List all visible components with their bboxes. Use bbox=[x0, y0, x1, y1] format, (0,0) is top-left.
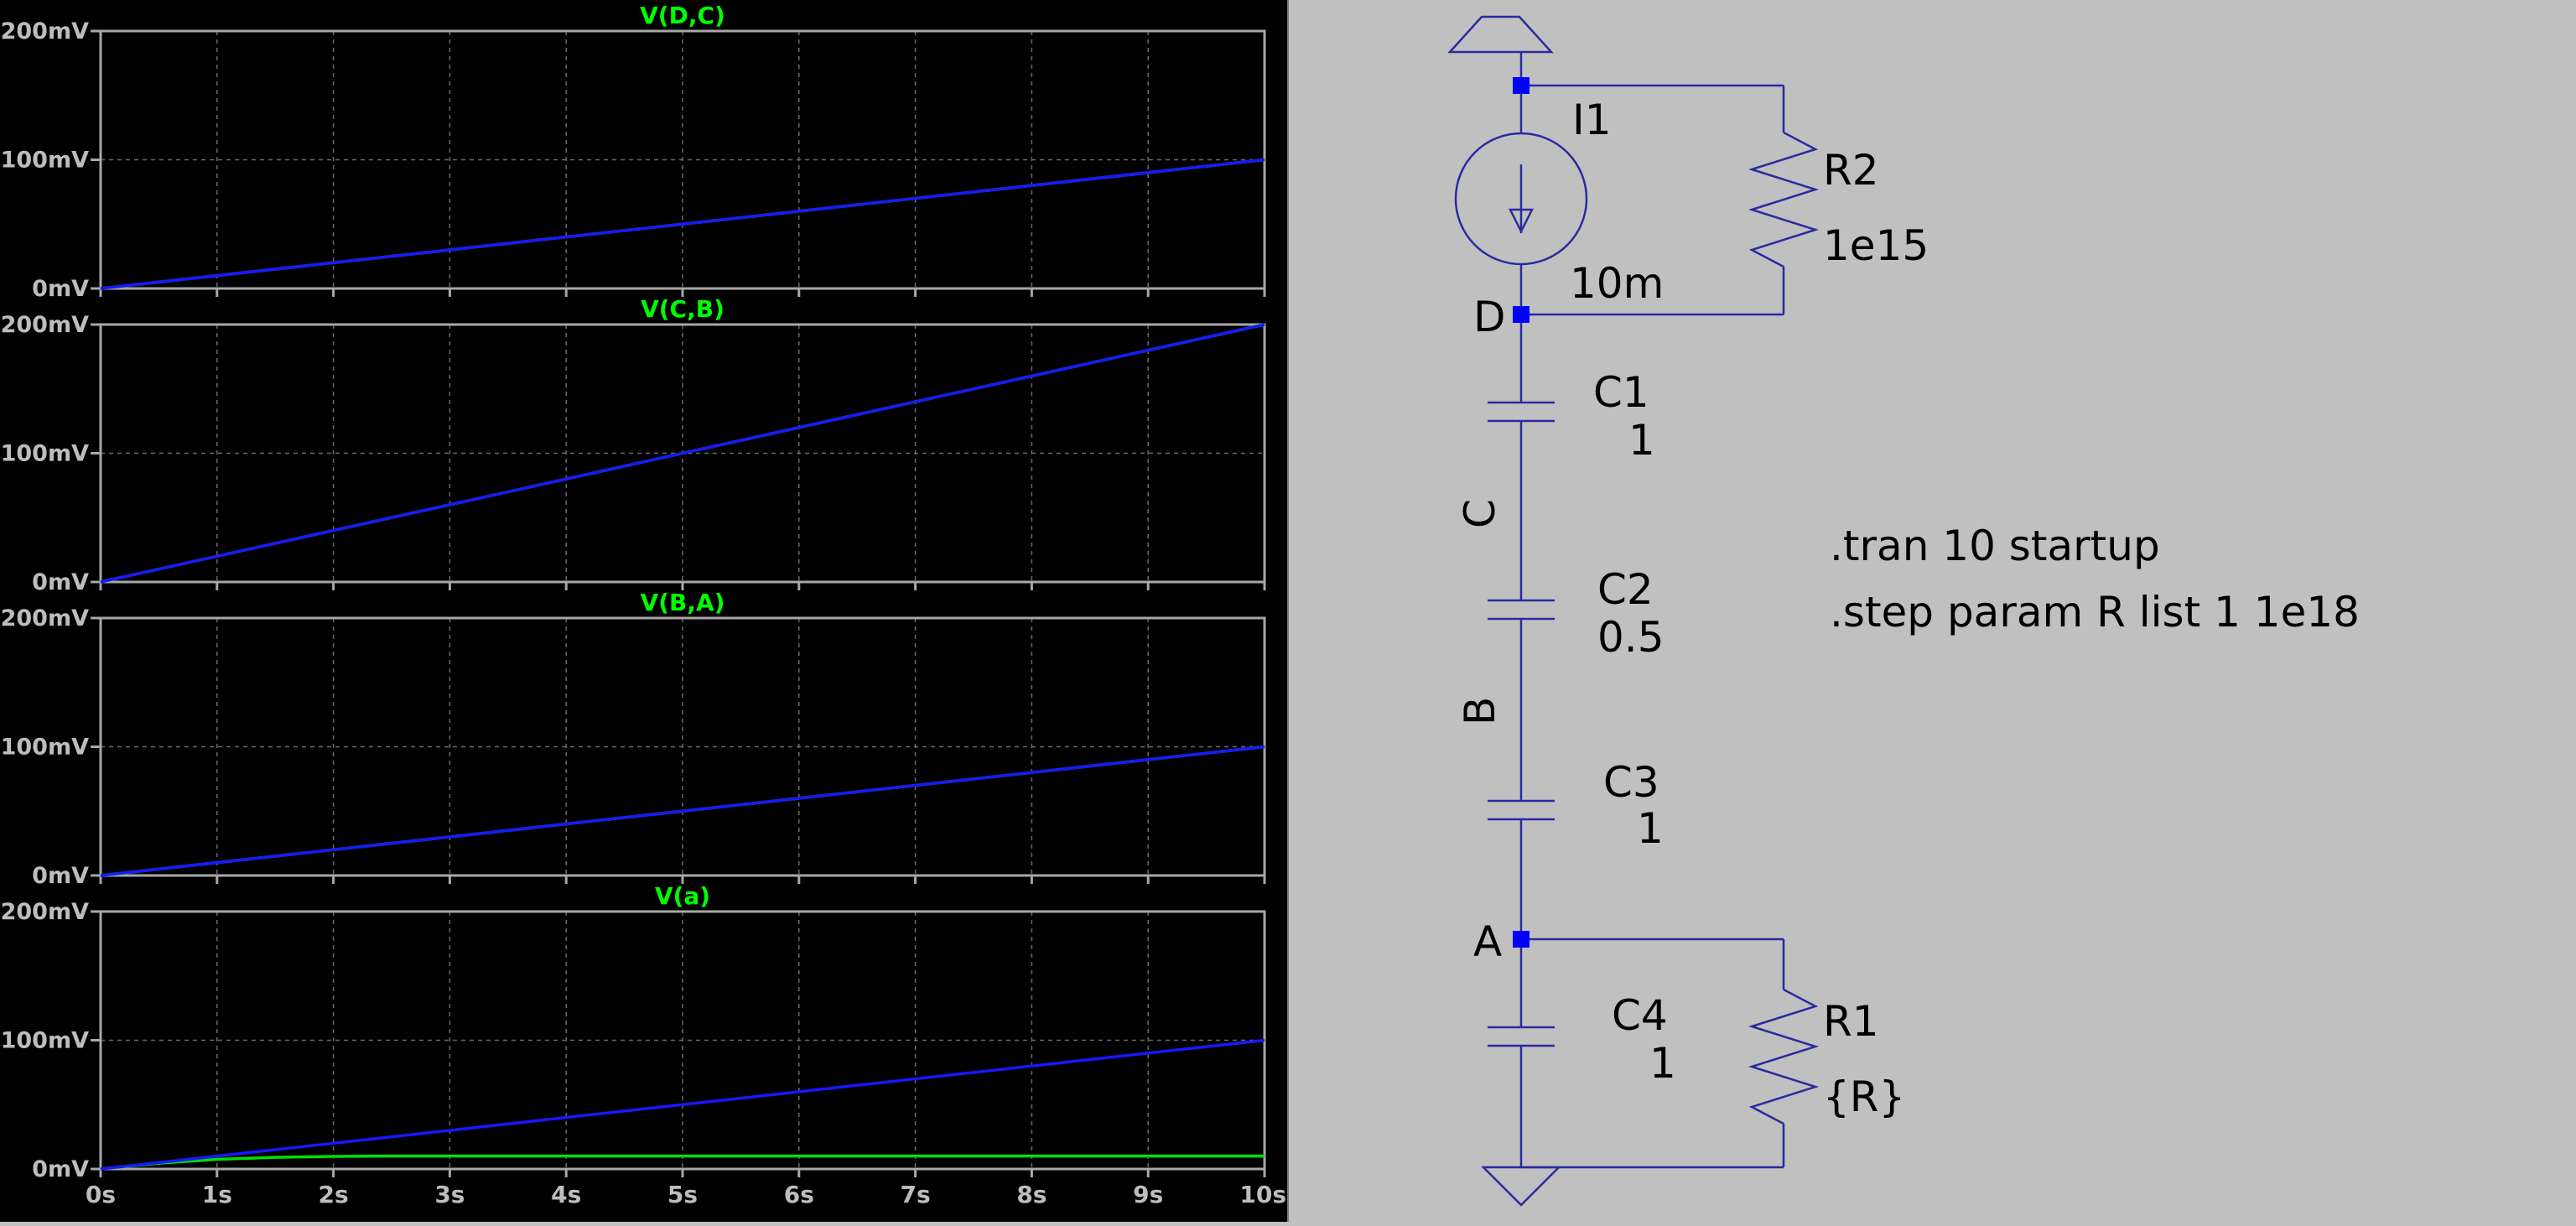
label-r2-name: R2 bbox=[1823, 146, 1879, 195]
label-c2-name: C2 bbox=[1597, 565, 1654, 614]
current-source-i1[interactable] bbox=[1454, 132, 1588, 266]
x-tick-label: 4s bbox=[551, 1181, 581, 1208]
label-node-d: D bbox=[1473, 293, 1506, 341]
x-tick-label: 8s bbox=[1016, 1181, 1046, 1208]
label-node-a: A bbox=[1473, 917, 1502, 966]
waveform-plots[interactable]: 0mV 100mV 200mV V(D,C) 0mV 100mV 200mV V(C,B) 0m… bbox=[0, 0, 1287, 1222]
y-tick-label: 200mV bbox=[1, 18, 89, 44]
label-r1-name: R1 bbox=[1823, 997, 1879, 1046]
x-tick-label: 3s bbox=[434, 1181, 465, 1208]
label-i1-value: 10m bbox=[1570, 259, 1664, 308]
label-c4-value: 1 bbox=[1649, 1039, 1676, 1088]
x-tick-label: 7s bbox=[901, 1181, 931, 1208]
label-r2-value: 1e15 bbox=[1823, 221, 1929, 270]
capacitor-c3[interactable] bbox=[1488, 799, 1555, 821]
label-c3-name: C3 bbox=[1603, 758, 1659, 807]
supply-symbol bbox=[1447, 15, 1554, 54]
trace-title[interactable]: V(a) bbox=[655, 882, 710, 910]
x-tick-label: 0s bbox=[86, 1181, 116, 1208]
x-tick-label: 5s bbox=[667, 1181, 698, 1208]
schematic-editor[interactable]: I1 10m R2 1e15 D C1 1 C2 0.5 C3 1 A C4 1… bbox=[1289, 0, 2576, 1222]
label-c4-name: C4 bbox=[1612, 991, 1668, 1040]
trace-title[interactable]: V(B,A) bbox=[641, 589, 725, 616]
resistor-r2[interactable] bbox=[1748, 131, 1820, 268]
label-c1-name: C1 bbox=[1593, 368, 1649, 417]
schematic-canvas[interactable]: I1 10m R2 1e15 D C1 1 C2 0.5 C3 1 A C4 1… bbox=[1289, 0, 2576, 1222]
trace-title[interactable]: V(C,B) bbox=[641, 295, 724, 323]
label-node-c: C bbox=[1456, 499, 1504, 528]
y-tick-label: 100mV bbox=[1, 148, 89, 174]
x-tick-label: 1s bbox=[202, 1181, 232, 1208]
y-tick-label: 0mV bbox=[32, 569, 89, 595]
capacitor-c1[interactable] bbox=[1488, 401, 1555, 423]
label-c2-value: 0.5 bbox=[1597, 613, 1665, 662]
trace-title[interactable]: V(D,C) bbox=[640, 2, 725, 29]
spice-directive-step[interactable]: .step param R list 1 1e18 bbox=[1830, 588, 2360, 636]
label-r1-value: {R} bbox=[1823, 1073, 1905, 1121]
y-tick-label: 100mV bbox=[1, 1028, 89, 1054]
spice-directive-tran[interactable]: .tran 10 startup bbox=[1830, 522, 2160, 570]
y-tick-label: 100mV bbox=[1, 441, 89, 467]
label-i1-name: I1 bbox=[1572, 96, 1612, 144]
y-tick-label: 200mV bbox=[1, 312, 89, 338]
node-junction-a[interactable] bbox=[1513, 931, 1530, 948]
y-tick-label: 0mV bbox=[32, 863, 89, 889]
capacitor-c4[interactable] bbox=[1488, 1026, 1555, 1047]
node-junction-top[interactable] bbox=[1513, 77, 1530, 94]
label-c1-value: 1 bbox=[1628, 416, 1655, 465]
waveform-viewer[interactable]: 0mV 100mV 200mV V(D,C) 0mV 100mV 200mV V(C,B) 0m… bbox=[0, 0, 1287, 1222]
x-tick-label: 10s bbox=[1239, 1181, 1286, 1208]
y-tick-label: 0mV bbox=[32, 276, 89, 302]
x-tick-label: 6s bbox=[784, 1181, 814, 1208]
resistor-r1[interactable] bbox=[1748, 988, 1820, 1125]
ground-symbol[interactable] bbox=[1480, 1166, 1562, 1207]
x-tick-label: 9s bbox=[1133, 1181, 1163, 1208]
x-tick-label: 2s bbox=[319, 1181, 349, 1208]
capacitor-c2[interactable] bbox=[1488, 599, 1555, 621]
label-c3-value: 1 bbox=[1637, 804, 1664, 853]
node-junction-d[interactable] bbox=[1513, 306, 1530, 323]
label-node-b: B bbox=[1456, 697, 1504, 725]
y-tick-label: 200mV bbox=[1, 605, 89, 631]
y-tick-label: 100mV bbox=[1, 735, 89, 761]
y-tick-label: 200mV bbox=[1, 899, 89, 925]
y-tick-label: 0mV bbox=[32, 1156, 89, 1182]
